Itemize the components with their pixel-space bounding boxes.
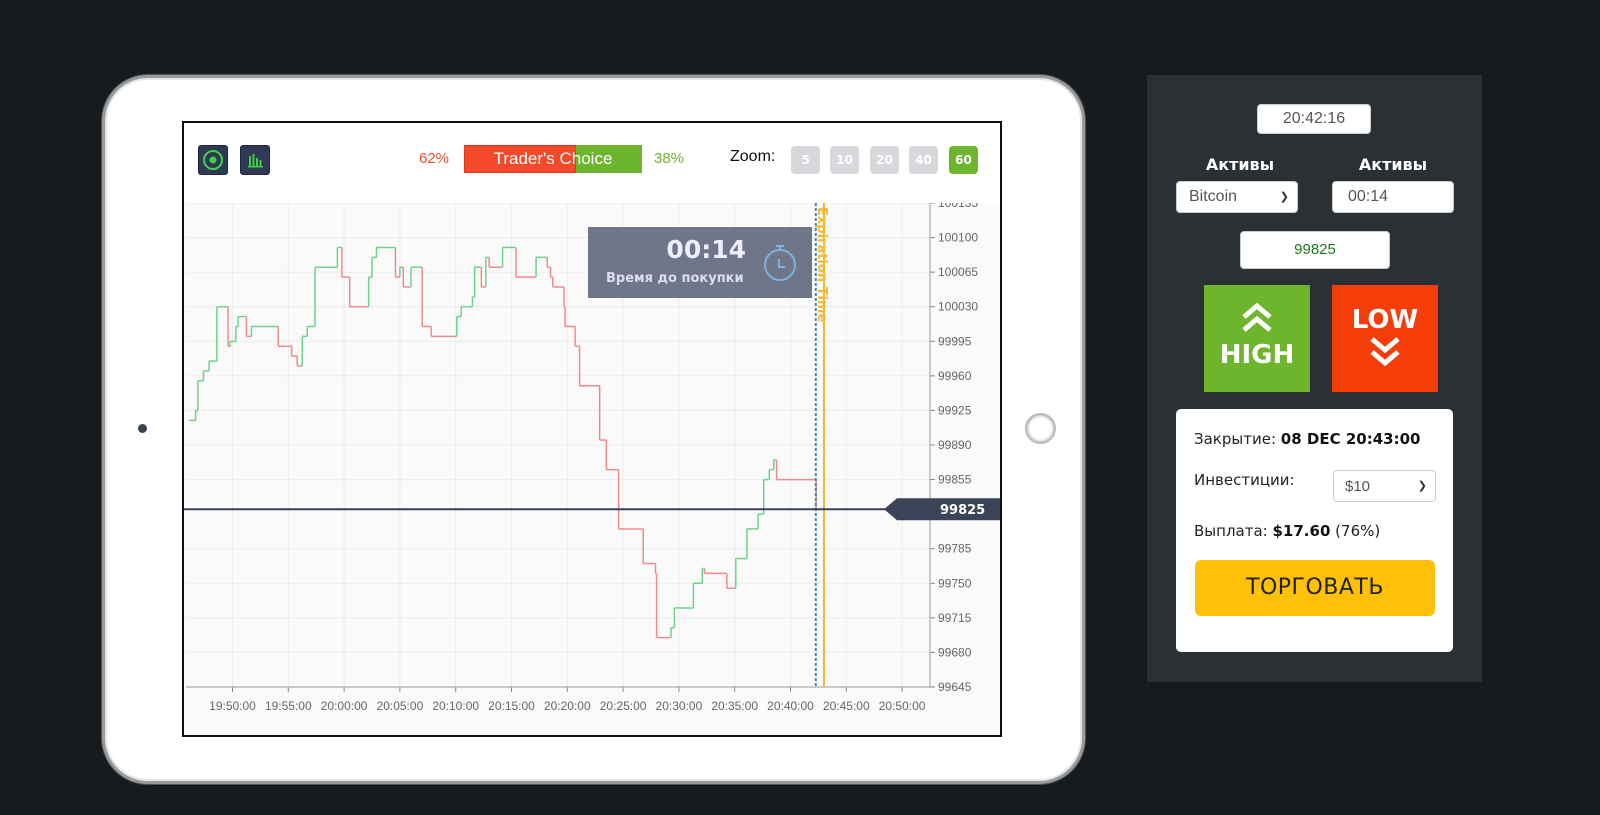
buy-percent: 38% [654, 150, 685, 167]
duration-input[interactable]: 00:14 [1332, 181, 1454, 213]
chevron-down-icon: ❯ [1417, 480, 1427, 492]
x-tick-label: 20:20:00 [544, 699, 591, 713]
purchase-timer: 00:14 Время до покупки [588, 227, 812, 298]
y-tick-label: 99715 [938, 611, 972, 625]
current-price-label: 99825 [940, 503, 985, 518]
chevron-down-icon: ❯ [1279, 191, 1289, 203]
home-button[interactable] [1025, 413, 1056, 444]
zoom-60-button[interactable]: 60 [949, 146, 978, 174]
x-tick-label: 20:40:00 [767, 699, 814, 713]
y-tick-label: 99925 [938, 403, 972, 417]
x-tick-label: 20:25:00 [600, 699, 647, 713]
closing-row: Закрытие: 08 DEC 20:43:00 [1194, 430, 1420, 448]
closing-value: 08 DEC 20:43:00 [1280, 430, 1421, 448]
asset-select[interactable]: Bitcoin ❯ [1176, 181, 1298, 213]
y-tick-label: 100030 [938, 300, 978, 314]
sell-percent: 62% [419, 150, 450, 167]
y-tick-label: 99680 [938, 645, 972, 659]
zoom-label: Zoom: [730, 148, 776, 165]
timer-label: Время до покупки [606, 271, 744, 286]
y-tick-label: 100100 [938, 231, 978, 245]
bar-chart-icon[interactable] [240, 145, 270, 175]
x-tick-label: 20:10:00 [432, 699, 479, 713]
expiration-label: Expiration Time [814, 207, 829, 322]
current-price: 99825 [1240, 231, 1390, 269]
x-tick-label: 20:35:00 [711, 699, 758, 713]
zoom-5-button[interactable]: 5 [791, 146, 820, 174]
investment-value: $10 [1345, 478, 1371, 495]
payout-label: Выплата: [1194, 522, 1268, 540]
x-tick-label: 19:55:00 [265, 699, 312, 713]
y-tick-label: 99960 [938, 369, 972, 383]
y-tick-label: 99855 [938, 473, 972, 487]
asset-value: Bitcoin [1189, 188, 1238, 205]
server-clock: 20:42:16 [1257, 104, 1371, 134]
zoom-20-button[interactable]: 20 [870, 146, 899, 174]
duration-label: Активы [1358, 155, 1428, 174]
y-tick-label: 100135 [938, 203, 978, 210]
zoom-10-button[interactable]: 10 [830, 146, 859, 174]
closing-label: Закрытие: [1194, 430, 1277, 448]
x-tick-label: 20:00:00 [321, 699, 368, 713]
asset-label: Активы [1205, 155, 1275, 174]
high-label: HIGH [1219, 340, 1295, 370]
low-label: LOW [1351, 305, 1419, 335]
double-chevron-up-icon [1242, 302, 1272, 332]
investment-label: Инвестиции: [1194, 471, 1295, 489]
y-tick-label: 99890 [938, 438, 972, 452]
y-tick-label: 99750 [938, 576, 972, 590]
x-tick-label: 20:05:00 [377, 699, 424, 713]
y-tick-label: 100065 [938, 265, 978, 279]
y-tick-label: 99995 [938, 334, 972, 348]
payout-percent: (76%) [1335, 522, 1381, 540]
zoom-40-button[interactable]: 40 [909, 146, 938, 174]
payout-value: $17.60 [1272, 522, 1331, 540]
x-tick-label: 20:50:00 [879, 699, 926, 713]
chart-screen: 62% Trader's Choice 38% Zoom: 5 10 20 40… [182, 121, 1002, 737]
traders-choice-label: Trader's Choice [493, 149, 613, 168]
trade-card: Закрытие: 08 DEC 20:43:00 Инвестиции: $1… [1176, 409, 1453, 652]
x-tick-label: 20:30:00 [656, 699, 703, 713]
investment-select[interactable]: $10 ❯ [1333, 470, 1436, 502]
y-tick-label: 99645 [938, 680, 972, 694]
trade-button[interactable]: ТОРГОВАТЬ [1195, 560, 1435, 616]
duration-value: 00:14 [1348, 188, 1389, 205]
double-chevron-down-icon [1370, 337, 1400, 367]
payout-row: Выплата: $17.60 (76%) [1194, 522, 1380, 540]
timer-value: 00:14 [666, 235, 746, 264]
low-button[interactable]: LOW [1332, 285, 1438, 392]
x-tick-label: 20:15:00 [488, 699, 535, 713]
x-tick-label: 19:50:00 [209, 699, 256, 713]
target-icon[interactable] [198, 145, 228, 175]
x-tick-label: 20:45:00 [823, 699, 870, 713]
camera-icon [138, 424, 147, 433]
stopwatch-icon [764, 245, 796, 281]
y-tick-label: 99785 [938, 542, 972, 556]
high-button[interactable]: HIGH [1204, 285, 1310, 392]
